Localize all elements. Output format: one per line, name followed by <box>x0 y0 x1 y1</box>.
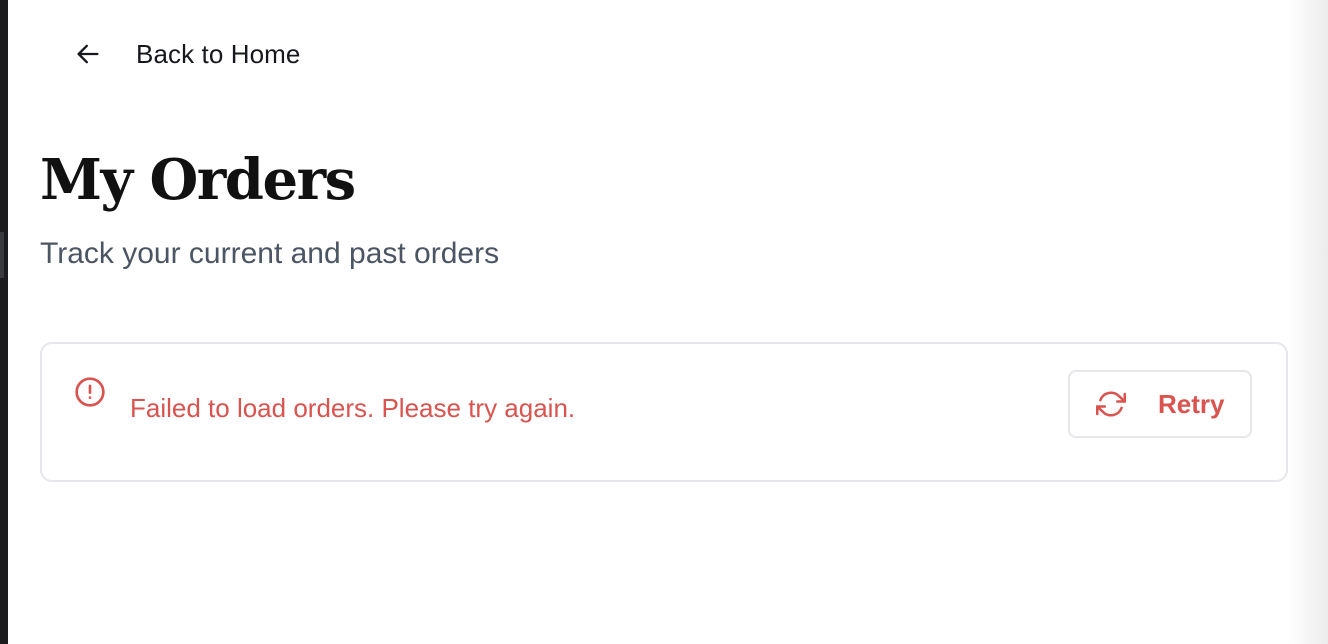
window-right-shade <box>1288 0 1328 644</box>
error-message: Failed to load orders. Please try again. <box>130 393 576 423</box>
back-to-home-link[interactable]: Back to Home <box>62 28 301 80</box>
back-to-home-label: Back to Home <box>136 38 301 69</box>
window-edge-tab <box>0 232 4 278</box>
retry-button[interactable]: Retry <box>1068 370 1252 438</box>
error-card: Failed to load orders. Please try again.… <box>40 342 1288 482</box>
window-left-edge <box>0 0 8 644</box>
page-title: My Orders <box>40 147 356 213</box>
refresh-icon <box>1096 389 1126 419</box>
arrow-left-icon <box>62 28 114 80</box>
page-subtitle: Track your current and past orders <box>40 237 500 270</box>
alert-circle-icon <box>74 376 106 408</box>
retry-label: Retry <box>1158 388 1225 419</box>
